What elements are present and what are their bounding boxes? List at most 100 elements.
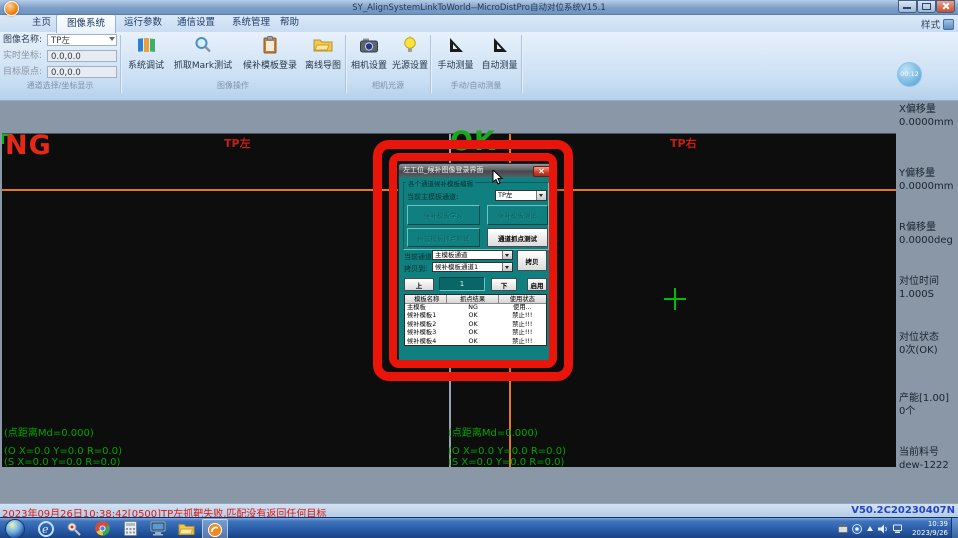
ng-status-text: NG <box>5 130 52 161</box>
show-desktop-button[interactable] <box>951 518 958 538</box>
r-offset-item: R偏移量0.0000deg <box>899 222 953 247</box>
template-table[interactable]: 模板名称 抓点结果 使用状态 主模板NG使用... 候补模板1OK禁止!!! 候… <box>404 294 547 346</box>
main-template-channel-label: 当前主模板通道: <box>407 192 458 202</box>
offline-map-button[interactable]: 离线导图 <box>302 34 344 78</box>
align-app-taskbar-button[interactable] <box>202 519 228 538</box>
style-icon[interactable] <box>943 19 954 30</box>
speaker-icon[interactable] <box>878 524 889 534</box>
set-square-icon <box>447 34 465 56</box>
main-template-channel-select[interactable]: TP左 <box>495 190 547 201</box>
capacity-item: 产能[1.00]0个 <box>899 393 949 418</box>
auto-measure-button[interactable]: 自动测量 <box>478 34 521 78</box>
style-button[interactable]: 样式 <box>921 17 940 31</box>
timer-badge: 00:12 <box>897 62 922 87</box>
candidate-template-login-button[interactable]: 候补模板登录 <box>238 34 302 78</box>
align-time-item: 对位时间1.000S <box>899 276 939 301</box>
target-origin-label: 目标原点: <box>3 66 42 78</box>
chevron-down-icon <box>502 263 512 271</box>
measurement-sidebar: X偏移量0.0000mm Y偏移量0.0000mm R偏移量0.0000deg … <box>897 100 958 503</box>
up-button[interactable]: 上 <box>404 278 434 291</box>
candidate-image-dialog: 左工位_候补图像登录界面 各个通道候补模板编辑 当前主模板通道: TP左 候补模… <box>398 163 554 361</box>
image-name-label: 图像名称: <box>3 34 42 46</box>
clipboard-icon <box>262 34 278 56</box>
candidate-grab-test-button[interactable]: 候选模板抓点测试 <box>407 228 480 247</box>
status-bar: 2023年09月26日10:38:42[0500]TP左抓靶失败,匹配没有返回任… <box>0 503 958 518</box>
table-row[interactable]: 候补模板3OK禁止!!! <box>405 329 546 337</box>
candidate-template-learn-button[interactable]: 候补模板学习 <box>407 205 480 225</box>
y-offset-item: Y偏移量0.0000mm <box>899 168 953 193</box>
minimize-button[interactable] <box>898 0 917 13</box>
left-readout-o: (O X=0.0 Y=0.0 R=0.0) <box>4 446 122 457</box>
candidate-template-test-button[interactable]: 候补模板测试 <box>487 205 548 225</box>
camera-settings-button[interactable]: 相机设置 <box>349 34 389 78</box>
current-channel-label: 当前通道: <box>404 252 434 262</box>
start-button[interactable] <box>5 519 25 538</box>
window-title: SY_AlignSystemLinkToWorld--MicroDistPro自… <box>0 1 958 13</box>
light-settings-button[interactable]: 光源设置 <box>390 34 430 78</box>
close-button[interactable] <box>936 0 955 13</box>
left-readout-md: (点距离Md=0.000) <box>4 424 94 439</box>
briefcase-icon[interactable] <box>838 524 848 533</box>
tab-comm-settings[interactable]: 通信设置 <box>167 14 225 32</box>
center-readout-o: (O X=0.0 Y=0.0 R=0.0) <box>448 446 566 457</box>
mouse-cursor-icon <box>492 170 504 190</box>
tab-run-params[interactable]: 运行参数 <box>114 14 172 32</box>
center-readout-s: (S X=0.0 Y=0.0 R=0.0) <box>448 457 564 468</box>
align-status-item: 对位状态0次(OK) <box>899 332 939 357</box>
minimize-icon <box>903 7 911 9</box>
set-square-icon <box>491 34 509 56</box>
app-tray-icon[interactable] <box>852 524 862 534</box>
x-offset-item: X偏移量0.0000mm <box>899 104 953 129</box>
books-icon <box>136 34 156 56</box>
application-window: SY_AlignSystemLinkToWorld--MicroDistPro自… <box>0 0 958 538</box>
table-header: 模板名称 抓点结果 使用状态 <box>405 295 546 304</box>
channel-grab-test-button[interactable]: 通道抓点测试 <box>487 228 548 247</box>
enable-button[interactable]: 启用 <box>527 278 547 291</box>
image-name-select[interactable]: TP左 <box>47 34 117 46</box>
bulb-icon <box>402 34 418 56</box>
tab-help[interactable]: 帮助 <box>270 14 309 32</box>
current-channel-select[interactable]: 主模板通道 <box>432 250 513 260</box>
template-index-field[interactable]: 1 <box>439 277 485 291</box>
system-debug-button[interactable]: 系统调试 <box>124 34 168 78</box>
tp-left-label: TP左 <box>224 135 251 151</box>
manual-measure-button[interactable]: 手动测量 <box>434 34 477 78</box>
table-row[interactable]: 候补模板2OK禁止!!! <box>405 321 546 329</box>
copy-button[interactable]: 拷贝 <box>517 250 547 271</box>
dialog-title[interactable]: 左工位_候补图像登录界面 <box>399 164 553 177</box>
table-row[interactable]: 主模板NG使用... <box>405 304 546 312</box>
group-caption-image-ops: 图像操作 <box>121 80 345 91</box>
folder-icon[interactable] <box>174 519 198 538</box>
remote-tool-icon[interactable] <box>62 519 86 538</box>
tab-image-system[interactable]: 图像系统 <box>56 14 116 33</box>
system-tray <box>838 521 904 536</box>
magnifier-icon <box>194 34 212 56</box>
network-icon[interactable] <box>893 524 904 534</box>
realtime-coord-value: 0.0,0.0 <box>47 50 117 62</box>
computer-icon[interactable] <box>146 519 170 538</box>
calculator-icon[interactable] <box>118 519 142 538</box>
group-caption-channel: 通道选择/坐标显示 <box>0 80 120 91</box>
down-button[interactable]: 下 <box>491 278 517 291</box>
group-caption-measure: 手动/自动测量 <box>431 80 521 91</box>
chevron-down-icon <box>109 37 115 44</box>
up-arrow-icon[interactable] <box>866 525 874 533</box>
left-readout-s: (S X=0.0 Y=0.0 R=0.0) <box>4 457 120 468</box>
copy-to-select[interactable]: 候补模板通道1 <box>432 262 513 272</box>
chrome-icon[interactable] <box>90 519 114 538</box>
table-row[interactable]: 候补模板1OK禁止!!! <box>405 312 546 320</box>
realtime-coord-label: 实时坐标: <box>3 50 42 62</box>
dialog-close-button[interactable] <box>533 166 551 178</box>
ok-status-text: OK <box>450 126 496 157</box>
grab-mark-test-button[interactable]: 抓取Mark测试 <box>170 34 236 78</box>
ribbon-tab-row: 主页 图像系统 运行参数 通信设置 系统管理 帮助 样式 <box>0 14 958 32</box>
ie-icon[interactable]: e <box>34 519 58 538</box>
target-origin-value: 0.0,0.0 <box>47 66 117 78</box>
table-row[interactable]: 候补模板4OK禁止!!! <box>405 338 546 346</box>
taskbar: e 10:39 2023/9/26 <box>0 517 958 538</box>
chevron-down-icon <box>502 251 512 259</box>
taskbar-clock[interactable]: 10:39 2023/9/26 <box>912 520 948 537</box>
title-bar: SY_AlignSystemLinkToWorld--MicroDistPro自… <box>0 0 958 15</box>
camera-icon <box>359 34 379 56</box>
maximize-button[interactable] <box>917 0 936 13</box>
